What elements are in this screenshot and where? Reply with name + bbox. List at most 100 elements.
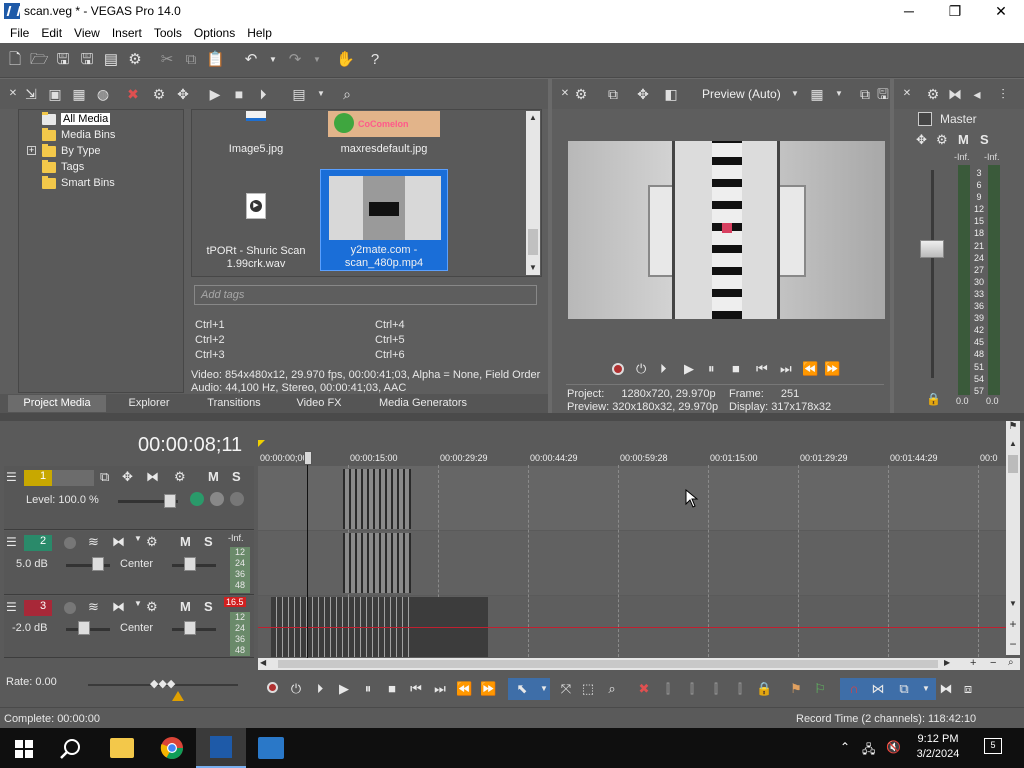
scroll-down-icon[interactable]: ▼ bbox=[526, 261, 540, 275]
get-media-icon[interactable]: ▦ bbox=[70, 85, 88, 103]
system-clock[interactable]: 9:12 PM 3/2/2024 bbox=[914, 732, 962, 762]
arm-record-icon[interactable] bbox=[64, 537, 76, 549]
zoom-out-time-icon[interactable]: − bbox=[990, 657, 996, 669]
insert-region-icon[interactable]: ⚐ bbox=[812, 681, 828, 697]
shortcut-ctrl6[interactable]: Ctrl+6 bbox=[375, 348, 405, 363]
tab-transitions[interactable]: Transitions bbox=[192, 395, 276, 412]
undo-icon[interactable]: ↶ bbox=[242, 52, 260, 68]
track-settings-gear-icon[interactable]: ⚙ bbox=[174, 469, 186, 485]
video-event-cluster[interactable] bbox=[343, 469, 411, 529]
panel-close-icon[interactable]: ✕ bbox=[898, 85, 916, 103]
copy-snapshot-icon[interactable]: ⧉ bbox=[856, 85, 874, 103]
stop-icon[interactable]: ■ bbox=[732, 361, 740, 376]
undo-dropdown-icon[interactable]: ▼ bbox=[264, 52, 282, 68]
track-fx-icon[interactable]: ⧓ bbox=[112, 534, 125, 550]
track-fx-icon[interactable]: ⧓ bbox=[146, 469, 159, 485]
menu-view[interactable]: View bbox=[68, 26, 106, 40]
open-folder-icon[interactable]: 🗁 bbox=[30, 52, 49, 68]
insert-marker-icon[interactable]: ⚑ bbox=[788, 681, 804, 697]
help-icon[interactable]: ? bbox=[366, 52, 384, 68]
loop-playback-icon[interactable]: ⏻ bbox=[288, 681, 304, 697]
scroll-left-icon[interactable]: ◀ bbox=[260, 658, 266, 667]
shortcut-ctrl3[interactable]: Ctrl+3 bbox=[195, 348, 225, 363]
invert-phase-icon[interactable]: ≋ bbox=[88, 534, 99, 550]
track-drag-handle-icon[interactable]: ☰ bbox=[6, 600, 17, 614]
save-snapshot-icon[interactable]: 🖫 bbox=[874, 85, 892, 103]
paste-icon[interactable]: 📋 bbox=[206, 52, 225, 68]
record-icon[interactable] bbox=[612, 363, 624, 375]
playhead-handle[interactable] bbox=[304, 451, 312, 465]
quality-dropdown-icon[interactable]: ▼ bbox=[786, 85, 804, 103]
track-mute-button[interactable]: M bbox=[180, 534, 191, 549]
overlays-dropdown-icon[interactable]: ▼ bbox=[830, 85, 848, 103]
volume-slider-handle[interactable] bbox=[92, 557, 104, 571]
track-number-3[interactable]: 3 bbox=[24, 600, 52, 616]
audio-event-cluster[interactable] bbox=[343, 533, 411, 593]
track-name-field[interactable] bbox=[52, 470, 94, 486]
track-drag-handle-icon[interactable]: ☰ bbox=[6, 535, 17, 549]
mixer-icon[interactable]: ⫶ bbox=[994, 85, 1012, 103]
lock-icon[interactable]: 🔒 bbox=[926, 392, 941, 406]
previous-frame-icon[interactable]: ⏪ bbox=[802, 361, 818, 377]
marker-flag-icon[interactable]: ⚑ bbox=[1006, 421, 1020, 435]
overlays-grid-icon[interactable]: ▦ bbox=[808, 85, 826, 103]
track-number-2[interactable]: 2 bbox=[24, 535, 52, 551]
shortcut-ctrl2[interactable]: Ctrl+2 bbox=[195, 333, 225, 348]
chrome-icon[interactable] bbox=[160, 736, 184, 760]
panel-close-icon[interactable]: ✕ bbox=[4, 85, 22, 103]
track-mute-button[interactable]: M bbox=[208, 469, 219, 484]
media-properties-icon[interactable]: ⚙ bbox=[150, 85, 168, 103]
timeline-vertical-scrollbar[interactable]: ⚑ ▲ ▼ + − bbox=[1006, 421, 1020, 655]
level-slider-handle[interactable] bbox=[164, 494, 176, 508]
downmix-icon[interactable]: ⧓ bbox=[946, 85, 964, 103]
save-icon[interactable]: 🖫 bbox=[54, 52, 72, 68]
menu-options[interactable]: Options bbox=[188, 26, 241, 40]
selected-media-item[interactable]: y2mate.com - scan_480p.mp4 bbox=[320, 169, 448, 271]
zoom-tool-icon[interactable]: ⌕ bbox=[604, 681, 620, 697]
save-as-icon[interactable]: 🖫 bbox=[78, 52, 96, 68]
tab-video-fx[interactable]: Video FX bbox=[282, 395, 356, 412]
arm-record-icon[interactable] bbox=[64, 602, 76, 614]
scrollbar-thumb[interactable] bbox=[1008, 455, 1018, 473]
play-icon[interactable]: ▶ bbox=[336, 681, 352, 697]
selection-tool-icon[interactable]: ⬚ bbox=[580, 681, 596, 697]
fx-dropdown-icon[interactable]: ▼ bbox=[134, 599, 142, 608]
zoom-tool-icon[interactable]: ⌕ bbox=[1008, 657, 1014, 668]
composite-child-icon[interactable] bbox=[230, 492, 244, 506]
next-frame-icon[interactable]: ⏩ bbox=[824, 361, 840, 377]
auto-preview-icon[interactable]: ⏵ bbox=[254, 85, 272, 103]
track-solo-button[interactable]: S bbox=[204, 534, 213, 549]
tab-media-generators[interactable]: Media Generators bbox=[362, 395, 484, 412]
stop-icon[interactable]: ■ bbox=[384, 681, 400, 697]
ripple-edit-icon[interactable]: ⧉ bbox=[896, 681, 912, 697]
copy-icon[interactable]: ⧉ bbox=[182, 52, 200, 68]
pause-icon[interactable]: ⏸ bbox=[708, 361, 715, 377]
capture-icon[interactable]: ▣ bbox=[46, 85, 64, 103]
minimize-button[interactable]: ─ bbox=[886, 0, 932, 23]
volume-slider-handle[interactable] bbox=[78, 621, 90, 635]
play-icon[interactable]: ▶ bbox=[684, 361, 694, 377]
import-media-icon[interactable]: ⇲ bbox=[22, 85, 40, 103]
redo-icon[interactable]: ↷ bbox=[286, 52, 304, 68]
zoom-out-vertical-icon[interactable]: − bbox=[1006, 637, 1020, 651]
record-icon[interactable] bbox=[264, 681, 280, 697]
next-frame-icon[interactable]: ⏩ bbox=[480, 681, 496, 697]
image5-thumbnail[interactable] bbox=[246, 111, 266, 121]
parent-mask-icon[interactable] bbox=[210, 492, 224, 506]
stop-preview-icon[interactable]: ■ bbox=[230, 85, 248, 103]
master-fx-icon[interactable]: ✥ bbox=[916, 132, 927, 148]
menu-tools[interactable]: Tools bbox=[148, 26, 188, 40]
lock-envelopes-icon[interactable]: ⧓ bbox=[938, 681, 954, 697]
network-icon[interactable]: 🖧 bbox=[862, 740, 875, 761]
split-icon[interactable]: ⫿ bbox=[732, 681, 748, 697]
close-button[interactable]: ✕ bbox=[978, 0, 1024, 23]
maxresdefault-thumbnail[interactable]: CoComelon bbox=[328, 111, 440, 137]
scroll-right-icon[interactable]: ▶ bbox=[944, 658, 950, 667]
windows-start-icon[interactable] bbox=[15, 740, 33, 758]
master-mute-button[interactable]: M bbox=[958, 132, 969, 147]
zoom-in-vertical-icon[interactable]: + bbox=[1006, 617, 1020, 631]
panel-splitter[interactable] bbox=[0, 413, 1024, 421]
envelope-tool-icon[interactable]: ⤧ bbox=[558, 681, 574, 697]
menu-file[interactable]: File bbox=[4, 26, 35, 40]
preview-quality-dropdown[interactable]: Preview (Auto) bbox=[702, 87, 781, 101]
